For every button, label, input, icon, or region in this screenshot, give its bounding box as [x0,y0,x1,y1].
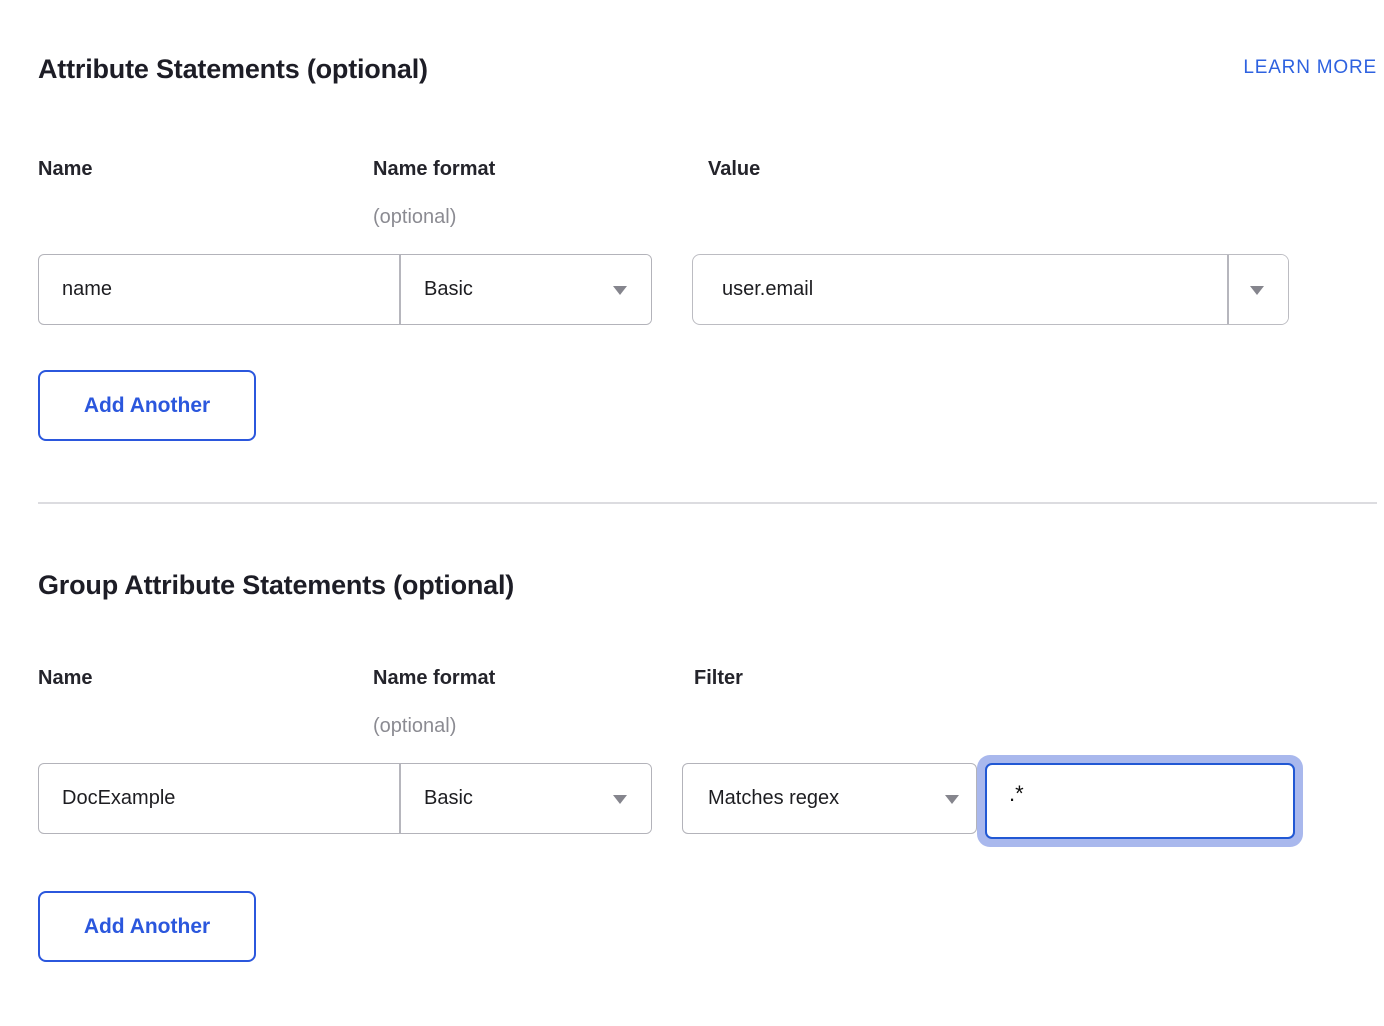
group-name-format-select[interactable]: Basic [401,764,651,833]
column-label-name-format-note: (optional) [373,204,708,230]
filter-value-focus-ring [977,755,1303,847]
column-label-filter: Filter [694,665,1377,691]
value-combobox [692,254,1289,325]
attribute-statements-title: Attribute Statements (optional) [38,52,428,86]
name-format-selected-value: Basic [424,278,473,301]
group-attribute-statements-title: Group Attribute Statements (optional) [38,568,514,602]
column-label-name: Name [38,665,373,691]
column-label-name-format: Name format [373,665,708,691]
add-another-attribute-button[interactable]: Add Another [38,370,256,441]
dropdown-arrow-icon [945,795,959,804]
column-label-name-format-note: (optional) [373,713,708,739]
dropdown-arrow-icon [613,795,627,804]
group-attribute-statements-column-labels: Name Name format (optional) Filter [38,665,1377,739]
group-name-format-selected-value: Basic [424,787,473,810]
group-attribute-name-input[interactable] [39,764,399,833]
filter-type-selected-value: Matches regex [708,787,839,810]
column-label-name: Name [38,156,373,182]
section-divider [38,502,1377,504]
group-attribute-statements-section: Group Attribute Statements (optional) Na… [38,568,1377,962]
name-and-format-group: Basic [38,763,652,834]
filter-type-select[interactable]: Matches regex [682,763,977,834]
dropdown-arrow-icon [1250,286,1264,295]
filter-value-input[interactable] [985,763,1295,839]
attribute-statement-row: Basic [38,254,1377,325]
saml-settings-page: Attribute Statements (optional) LEARN MO… [0,52,1384,1026]
column-label-value: Value [708,156,1377,182]
value-dropdown-toggle[interactable] [1229,255,1288,324]
add-another-group-attribute-button[interactable]: Add Another [38,891,256,962]
name-and-format-group: Basic [38,254,652,325]
attribute-statements-column-labels: Name Name format (optional) Value [38,156,1377,230]
attribute-name-input[interactable] [39,255,399,324]
dropdown-arrow-icon [613,286,627,295]
column-label-name-format: Name format [373,156,708,182]
attribute-value-input[interactable] [693,255,1227,324]
group-attribute-statement-row: Basic Matches regex [38,763,1377,847]
learn-more-link[interactable]: LEARN MORE [1243,57,1377,79]
attribute-statements-section: Attribute Statements (optional) LEARN MO… [38,52,1377,441]
name-format-select[interactable]: Basic [401,255,651,324]
